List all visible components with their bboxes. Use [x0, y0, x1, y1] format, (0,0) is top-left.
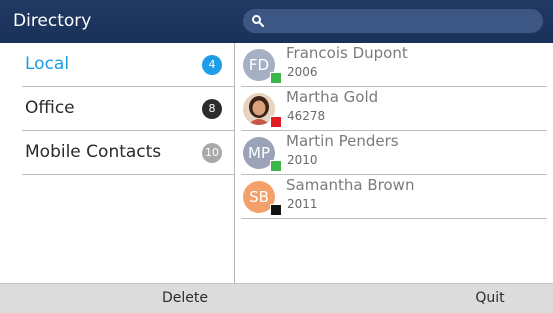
category-label: Office	[25, 98, 75, 118]
contact-number: 2006	[287, 65, 318, 79]
contact-list: FD Francois Dupont 2006 Martha Gold 4627…	[235, 43, 553, 283]
page-title: Directory	[13, 11, 92, 31]
contact-name: Martha Gold	[286, 88, 379, 106]
title-bar: Directory	[0, 0, 553, 43]
presence-available-icon	[270, 160, 282, 172]
category-mobile-contacts[interactable]: Mobile Contacts 10	[22, 131, 234, 175]
category-local[interactable]: Local 4	[22, 43, 234, 87]
presence-unknown-icon	[270, 204, 282, 216]
contact-number: 2011	[287, 197, 318, 211]
contact-row[interactable]: MP Martin Penders 2010	[241, 131, 547, 175]
count-badge: 4	[202, 55, 222, 75]
contact-number: 46278	[287, 109, 326, 123]
softkey-bar: Delete Quit	[0, 283, 553, 313]
category-label: Mobile Contacts	[25, 142, 162, 162]
category-office[interactable]: Office 8	[22, 87, 234, 131]
contact-row[interactable]: Martha Gold 46278	[241, 87, 547, 131]
quit-button[interactable]: Quit	[430, 284, 550, 313]
presence-busy-icon	[270, 116, 282, 128]
contact-name: Samantha Brown	[286, 176, 415, 194]
category-label: Local	[25, 54, 70, 74]
contact-name: Martin Penders	[286, 132, 399, 150]
search-icon	[252, 15, 264, 27]
count-badge: 8	[202, 99, 222, 119]
category-list: Local 4 Office 8 Mobile Contacts 10	[10, 43, 235, 283]
contact-name: Francois Dupont	[286, 44, 408, 62]
contact-row[interactable]: SB Samantha Brown 2011	[241, 175, 547, 219]
contact-row[interactable]: FD Francois Dupont 2006	[241, 43, 547, 87]
presence-available-icon	[270, 72, 282, 84]
search-input[interactable]	[243, 9, 543, 33]
delete-button[interactable]: Delete	[125, 284, 245, 313]
count-badge: 10	[202, 143, 222, 163]
contact-number: 2010	[287, 153, 318, 167]
